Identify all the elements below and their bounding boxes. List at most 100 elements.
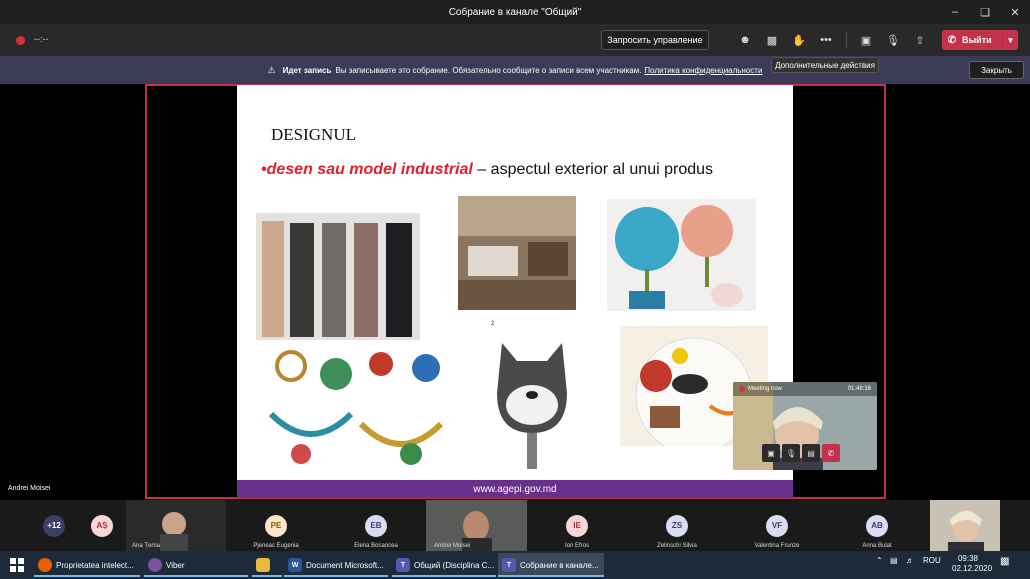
teams-icon: T (502, 558, 516, 572)
task-running-indicator (392, 575, 496, 577)
pip-share-icon[interactable]: ▤ (802, 444, 820, 462)
banner-title: Идет запись (282, 65, 332, 75)
windows-logo-icon (10, 558, 24, 572)
participant-tile[interactable]: AB Anna Bulat (827, 500, 927, 551)
participant-tile[interactable]: EB Elena Bocancea (326, 500, 426, 551)
participant-tile[interactable]: PE Pjeneac Eugenia (226, 500, 326, 551)
self-video (930, 500, 1000, 551)
folder-icon (256, 558, 270, 572)
taskbar-word[interactable]: W Document Microsoft... (284, 553, 388, 577)
slide-bullet-highlight: •desen sau model industrial (261, 161, 473, 178)
mic-muted-icon[interactable]: 🎙 (885, 32, 901, 48)
participant-name: Ion Efros (564, 543, 589, 549)
slide-title: DESIGNUL (271, 125, 356, 144)
participant-avatar: AB (866, 514, 888, 537)
teams-icon: T (396, 558, 410, 572)
participant-name: Ana Țerna (132, 543, 161, 549)
pip-time: 01:48:16 (847, 386, 871, 392)
task-running-indicator (252, 575, 282, 577)
taskbar-firefox[interactable]: Proprietatea intelect... (34, 553, 140, 577)
participant-name: Anna Bulat (862, 543, 892, 549)
participant-avatar: EB (365, 514, 387, 537)
participant-video-tile[interactable]: Ana Țerna (126, 500, 226, 551)
minimize-icon[interactable]: – (940, 0, 970, 24)
raise-hand-icon[interactable]: ✋ (791, 32, 807, 48)
toolbar-divider (846, 32, 847, 48)
slide-bullet-text: – aspectul exterior al unui produs (472, 161, 714, 178)
participant-name: Andrei Moisei (434, 543, 471, 549)
task-running-indicator (144, 575, 248, 577)
taskbar-teams-meeting[interactable]: T Собрание в канале... (498, 553, 604, 577)
taskbar-file-explorer[interactable] (252, 553, 282, 577)
participant-name: Zelinschi Silvia (657, 543, 697, 549)
more-actions-tooltip: Дополнительные действия (771, 57, 879, 73)
interior-graphic (458, 196, 576, 310)
close-banner-button[interactable]: Закрыть (969, 61, 1024, 79)
request-control-button[interactable]: Запросить управление (601, 30, 709, 50)
language-indicator[interactable]: ROU (923, 556, 941, 565)
slide-number: 2 (491, 321, 495, 327)
pip-hangup-icon[interactable]: ✆ (822, 444, 840, 462)
cat-popsicle-graphic (497, 343, 567, 469)
meeting-pip-window[interactable]: Meeting now 01:48:16 ▣ 🎙 ▤ ✆ (733, 382, 877, 470)
shared-slide: DESIGNUL •desen sau model industrial – a… (237, 85, 793, 498)
notifications-icon[interactable]: ▩ (1000, 556, 1009, 567)
participant-name: Pjeneac Eugenia (253, 543, 299, 549)
leave-button[interactable]: ✆ Выйти ▼ (942, 30, 1018, 50)
slide-bullet: •desen sau model industrial – aspectul e… (261, 159, 761, 181)
pip-recording-icon (739, 386, 745, 392)
participant-name: Elena Bocancea (354, 543, 398, 549)
pip-camera-icon[interactable]: ▣ (762, 444, 780, 462)
task-running-indicator (498, 575, 604, 577)
presenter-name-label: Andrei Moisei (8, 485, 51, 492)
participant-tile[interactable]: IE Ion Efros (527, 500, 627, 551)
volume-icon[interactable]: ♬ (906, 556, 914, 565)
maximize-icon[interactable]: ❏ (970, 0, 1000, 24)
participant-overflow[interactable]: +12 (30, 500, 78, 551)
participant-avatar: PE (265, 514, 287, 537)
share-screen-icon[interactable]: ⇧ (912, 32, 928, 48)
participant-avatar: AȘ (91, 514, 113, 537)
overflow-count: +12 (43, 514, 65, 537)
taskbar-viber[interactable]: Viber (144, 553, 248, 577)
meeting-timer: --:-- (34, 34, 49, 44)
cat-popsicle-image (487, 333, 577, 471)
participants-icon[interactable]: ☻ (737, 32, 753, 48)
chevron-down-icon[interactable]: ▼ (1002, 35, 1018, 45)
clock-time: 09:38 (957, 554, 979, 563)
clock[interactable]: 09:38 02.12.2020 (952, 554, 993, 574)
taskbar-label: Общий (Disciplina C... (414, 560, 495, 570)
chat-icon[interactable]: ▩ (764, 32, 780, 48)
taskbar-label: Document Microsoft... (306, 560, 384, 570)
meeting-toolbar: --:-- Запросить управление ☻ ▩ ✋ ••• ▣ 🎙… (0, 24, 1030, 56)
camera-icon[interactable]: ▣ (858, 32, 874, 48)
self-video-tile[interactable] (930, 500, 1000, 551)
tray-chevron-icon[interactable]: ⌃ (876, 556, 883, 565)
interior-image (458, 196, 576, 310)
firefox-icon (38, 558, 52, 572)
participant-avatar: VF (766, 514, 788, 537)
flower-topiary-image (607, 199, 756, 311)
more-actions-icon[interactable]: ••• (818, 32, 834, 48)
clock-date: 02.12.2020 (952, 564, 993, 573)
participant-name: Valentina Frunze (754, 543, 800, 549)
participant-tile[interactable]: VF Valentina Frunze (727, 500, 827, 551)
warning-icon: ⚠ (267, 64, 276, 75)
taskbar-label: Собрание в канале... (520, 560, 599, 570)
participant-avatar: ZS (666, 514, 688, 537)
title-bar: Собрание в канале "Общий" (0, 0, 1030, 24)
pip-mic-icon[interactable]: 🎙 (782, 444, 800, 462)
participant-tile[interactable]: AȘ (78, 500, 126, 551)
pip-controls: ▣ 🎙 ▤ ✆ (762, 444, 840, 462)
participant-tile[interactable]: ZS Zelinschi Silvia (627, 500, 727, 551)
network-icon[interactable]: ▤ (890, 556, 898, 565)
participant-video-tile[interactable]: Andrei Moisei (426, 500, 527, 551)
close-window-icon[interactable]: ✕ (1000, 0, 1030, 24)
slide-footer: www.agepi.gov.md (237, 480, 793, 498)
leave-label: Выйти (962, 35, 992, 45)
start-button[interactable] (2, 553, 32, 577)
privacy-policy-link[interactable]: Политика конфиденциальности (644, 66, 762, 75)
fashion-dresses-graphic (262, 221, 412, 337)
word-icon: W (288, 558, 302, 572)
taskbar-teams-channel[interactable]: T Общий (Disciplina C... (392, 553, 496, 577)
